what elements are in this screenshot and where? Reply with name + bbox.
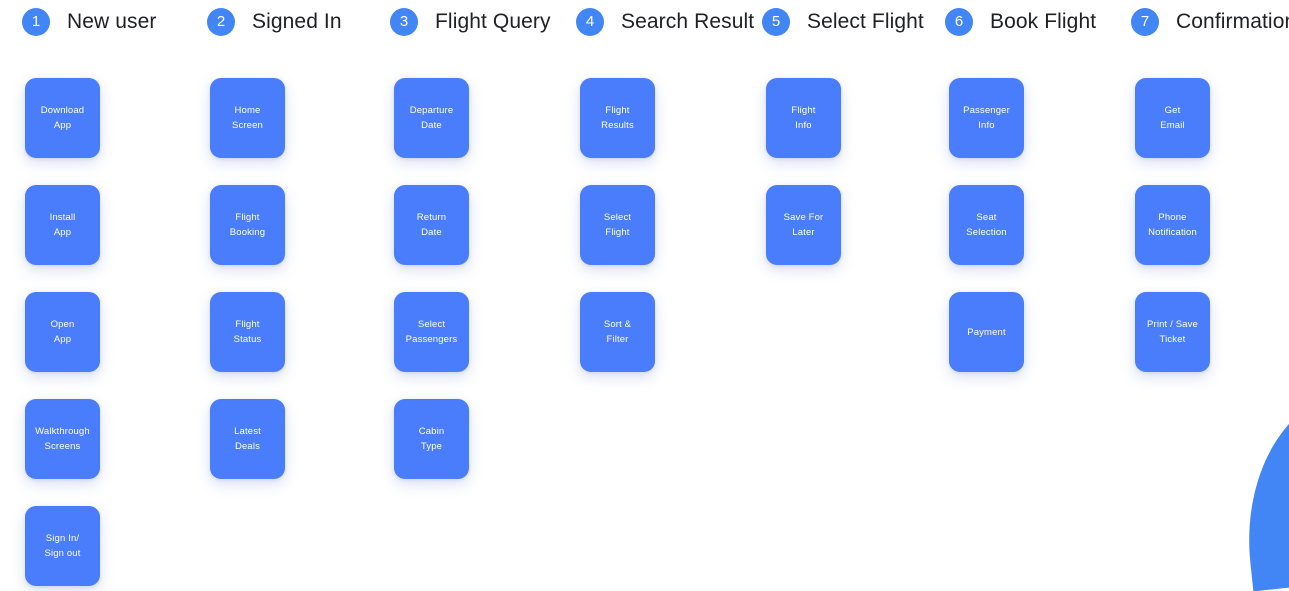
flow-card[interactable]: Latest Deals [210, 399, 285, 479]
flow-card-label: Latest Deals [234, 426, 261, 452]
flow-card[interactable]: Download App [25, 78, 100, 158]
flow-card-label: Cabin Type [418, 426, 445, 452]
flow-card-label: Install App [49, 212, 76, 238]
flow-card[interactable]: Select Passengers [394, 292, 469, 372]
step-number-badge: 6 [945, 8, 973, 36]
flow-card[interactable]: Open App [25, 292, 100, 372]
flow-card[interactable]: Get Email [1135, 78, 1210, 158]
step-header-1[interactable]: 1 New user [22, 4, 157, 40]
flow-card[interactable]: Passenger Info [949, 78, 1024, 158]
flow-card[interactable]: Sign In/ Sign out [25, 506, 100, 586]
step-title: Search Result [621, 10, 755, 33]
flow-card[interactable]: Seat Selection [949, 185, 1024, 265]
step-title: Book Flight [990, 10, 1097, 33]
flow-card-label: Flight Booking [229, 212, 266, 238]
step-title: Select Flight [807, 10, 924, 33]
flow-card-label: Departure Date [409, 105, 454, 131]
flow-card-label: Seat Selection [966, 212, 1007, 238]
flow-card[interactable]: Print / Save Ticket [1135, 292, 1210, 372]
flow-card[interactable]: Select Flight [580, 185, 655, 265]
step-header-7[interactable]: 7 Confirmation [1131, 4, 1289, 40]
step-header-3[interactable]: 3 Flight Query [390, 4, 551, 40]
flow-card-label: Passenger Info [963, 105, 1010, 131]
flow-card-label: Flight Status [233, 319, 262, 345]
step-title: Confirmation [1176, 10, 1289, 33]
flow-card-label: Payment [967, 326, 1006, 338]
flow-card-label: Download App [40, 105, 85, 131]
flow-card-label: Home Screen [231, 105, 263, 131]
flow-card-grid: Download App Install App Open App Walkthrou… [0, 0, 1289, 586]
flow-card-label: Get Email [1160, 105, 1185, 131]
flow-card[interactable]: Install App [25, 185, 100, 265]
flow-card[interactable]: Flight Booking [210, 185, 285, 265]
flow-card[interactable]: Return Date [394, 185, 469, 265]
flow-card[interactable]: Flight Status [210, 292, 285, 372]
flow-card-label: Select Flight [603, 212, 632, 238]
flow-card[interactable]: Sort & Filter [580, 292, 655, 372]
step-title: New user [67, 10, 157, 33]
flow-card-label: Walkthrough Screens [35, 426, 90, 452]
flow-card[interactable]: Save For Later [766, 185, 841, 265]
step-header-4[interactable]: 4 Search Result [576, 4, 754, 40]
flow-card-label: Print / Save Ticket [1147, 319, 1198, 345]
step-title: Signed In [252, 10, 342, 33]
flow-card[interactable]: Payment [949, 292, 1024, 372]
flow-card-label: Open App [50, 319, 75, 345]
flow-card-label: Flight Info [791, 105, 816, 131]
step-number-badge: 4 [576, 8, 604, 36]
step-number-badge: 5 [762, 8, 790, 36]
flow-card-label: Sort & Filter [603, 319, 632, 345]
flow-card[interactable]: Flight Info [766, 78, 841, 158]
step-number-badge: 1 [22, 8, 50, 36]
flow-card[interactable]: Departure Date [394, 78, 469, 158]
step-number-badge: 7 [1131, 8, 1159, 36]
step-number-badge: 2 [207, 8, 235, 36]
flow-card[interactable]: Flight Results [580, 78, 655, 158]
step-header-2[interactable]: 2 Signed In [207, 4, 342, 40]
step-header-6[interactable]: 6 Book Flight [945, 4, 1096, 40]
flow-card[interactable]: Walkthrough Screens [25, 399, 100, 479]
flow-card-label: Sign In/ Sign out [44, 533, 81, 559]
step-header-5[interactable]: 5 Select Flight [762, 4, 924, 40]
flow-card-label: Save For Later [783, 212, 824, 238]
flow-card[interactable]: Cabin Type [394, 399, 469, 479]
flow-card-label: Select Passengers [405, 319, 458, 345]
step-title: Flight Query [435, 10, 551, 33]
flow-card[interactable]: Phone Notification [1135, 185, 1210, 265]
flow-card-label: Phone Notification [1148, 212, 1197, 238]
flow-card-label: Flight Results [601, 105, 634, 131]
flow-card-label: Return Date [416, 212, 447, 238]
flow-card[interactable]: Home Screen [210, 78, 285, 158]
step-header-row: 1 New user 2 Signed In 3 Flight Query 4 Search … [0, 0, 1289, 46]
step-number-badge: 3 [390, 8, 418, 36]
